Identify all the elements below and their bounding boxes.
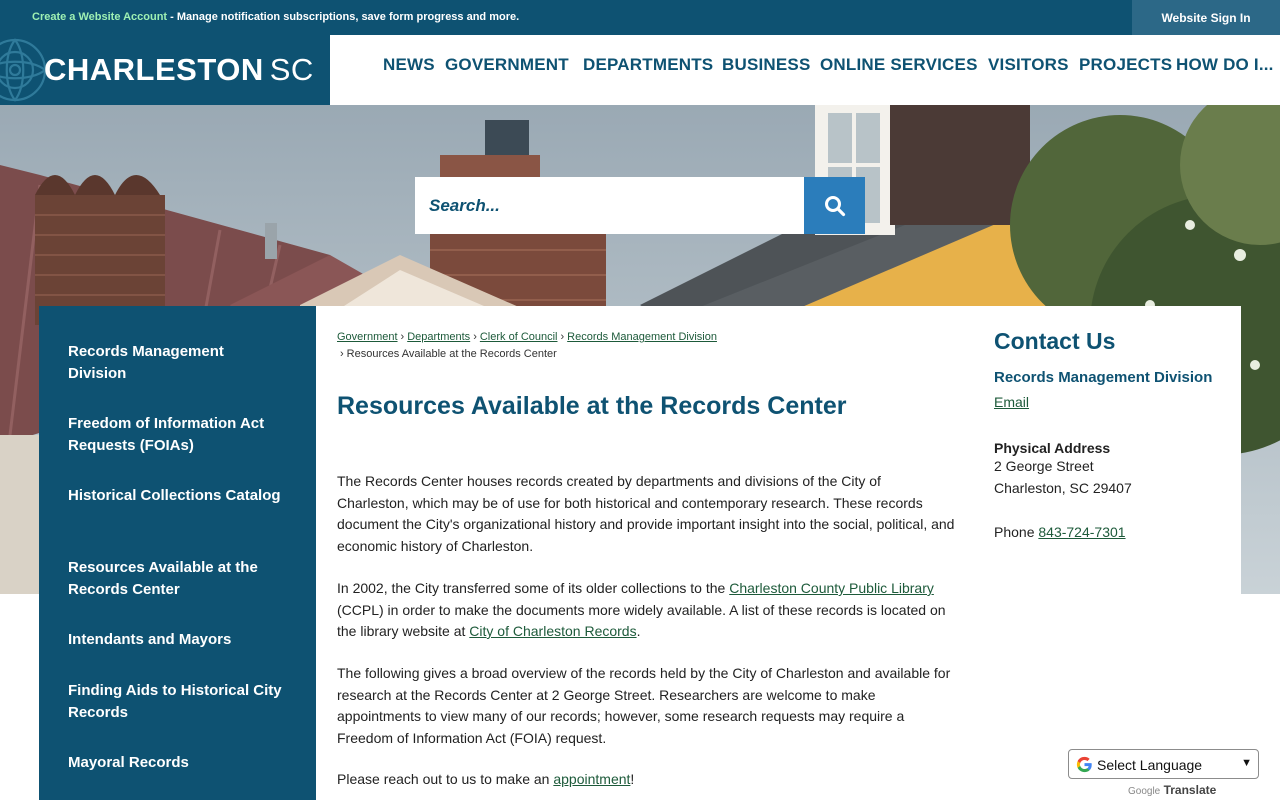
breadcrumb-separator: › [340, 348, 344, 360]
account-notice-text: - Manage notification subscriptions, sav… [167, 11, 520, 23]
create-account-link[interactable]: Create a Website Account [32, 11, 167, 23]
main-content: Government › Departments › Clerk of Council ›… [316, 306, 1241, 800]
logo-city: CHARLESTON [44, 52, 264, 87]
paragraph-ccpl: In 2002, the City transferred some of it… [337, 578, 955, 643]
nav-online-services[interactable]: ONLINE SERVICES [820, 55, 978, 75]
appointment-link[interactable]: appointment [553, 771, 630, 787]
logo-state: SC [269, 52, 314, 87]
breadcrumb-separator: › [473, 331, 477, 343]
chevron-down-icon: ▼ [1241, 757, 1252, 769]
top-utility-bar: Create a Website Account - Manage notifi… [0, 0, 1280, 35]
paragraph-overview: The following gives a broad overview of … [337, 665, 951, 746]
select-language-dropdown[interactable]: Select Language ▼ [1068, 749, 1259, 779]
select-language-label: Select Language [1097, 757, 1203, 773]
search-input[interactable] [415, 177, 804, 234]
ccpl-text-a: In 2002, the City transferred some of it… [337, 580, 730, 596]
phone-label: Phone [994, 524, 1039, 540]
phone-number-link[interactable]: 843-724-7301 [1038, 524, 1125, 540]
city-records-link[interactable]: City of Charleston Records [469, 623, 636, 639]
sidebar-item-finding-aids[interactable]: Finding Aids to Historical City Records [68, 680, 283, 724]
account-notice: Create a Website Account - Manage notifi… [32, 11, 519, 23]
address-line-2: Charleston, SC 29407 [994, 479, 1132, 496]
contact-email-link[interactable]: Email [994, 394, 1029, 410]
nav-visitors[interactable]: VISITORS [988, 55, 1069, 75]
breadcrumb-departments[interactable]: Departments [407, 331, 470, 343]
sidebar-item-historical-collections[interactable]: Historical Collections Catalog [68, 485, 283, 507]
breadcrumb-government[interactable]: Government [337, 331, 398, 343]
page-title: Resources Available at the Records Cente… [337, 392, 847, 420]
search-icon [824, 195, 845, 216]
contact-division: Records Management Division [994, 369, 1213, 386]
nav-departments[interactable]: DEPARTMENTS [583, 55, 713, 75]
contact-us-panel: Contact Us Records Management Division E… [994, 328, 1234, 540]
site-logo[interactable]: CHARLESTON SC [0, 35, 330, 105]
nav-news[interactable]: NEWS [383, 55, 435, 75]
ccpl-text-b: (CCPL) in order to make the documents mo… [337, 601, 946, 640]
address-label: Physical Address [994, 440, 1111, 456]
breadcrumb-separator: › [400, 331, 405, 343]
ccpl-text-c: . [636, 623, 641, 639]
google-wordmark: Google [1128, 786, 1161, 797]
google-g-icon [1076, 756, 1092, 773]
translate-wordmark: Translate [1163, 783, 1217, 797]
nav-how-do-i[interactable]: HOW DO I... [1176, 55, 1274, 75]
website-sign-in-button[interactable]: Website Sign In [1132, 0, 1280, 35]
sidebar-item-foia[interactable]: Freedom of Information Act Requests (FOI… [68, 413, 283, 457]
breadcrumb-separator: › [560, 331, 565, 343]
address-line-1: 2 George Street [994, 458, 1094, 474]
nav-business[interactable]: BUSINESS [722, 55, 811, 75]
powered-by-google-translate[interactable]: Google Translate [1128, 783, 1216, 797]
sidebar-item-resources-records-center[interactable]: Resources Available at the Records Cente… [68, 557, 283, 601]
section-sidebar-nav: Records Management Division Freedom of I… [39, 306, 316, 800]
sidebar-item-mayoral-records[interactable]: Mayoral Records [68, 752, 283, 774]
breadcrumb-current: Resources Available at the Records Cente… [346, 348, 557, 360]
paragraph-intro: The Records Center houses records create… [337, 473, 955, 554]
nav-projects[interactable]: PROJECTS [1079, 55, 1172, 75]
breadcrumb-records-management[interactable]: Records Management Division [567, 331, 717, 343]
site-header: CHARLESTON SC NEWS GOVERNMENT DEPARTMENTS… [0, 35, 1280, 105]
breadcrumb: Government › Departments › Clerk of Council ›… [337, 329, 957, 363]
sidebar-item-intendants-mayors[interactable]: Intendants and Mayors [68, 629, 283, 651]
logo-wordmark: CHARLESTON SC [44, 52, 314, 88]
appointment-text-a: Please reach out to us to make an [337, 771, 554, 787]
contact-heading: Contact Us [994, 328, 1116, 354]
breadcrumb-clerk-of-council[interactable]: Clerk of Council [480, 331, 558, 343]
charleston-county-library-link[interactable]: Charleston County Public Library [729, 580, 934, 596]
paragraph-appointment: Please reach out to us to make an appoin… [337, 769, 955, 791]
sidebar-item-records-management[interactable]: Records Management Division [68, 341, 283, 385]
appointment-text-b: ! [630, 771, 635, 787]
contact-phone: Phone 843-724-7301 [994, 524, 1234, 540]
search-button[interactable] [804, 177, 865, 234]
nav-government[interactable]: GOVERNMENT [445, 55, 569, 75]
site-search [415, 177, 865, 234]
